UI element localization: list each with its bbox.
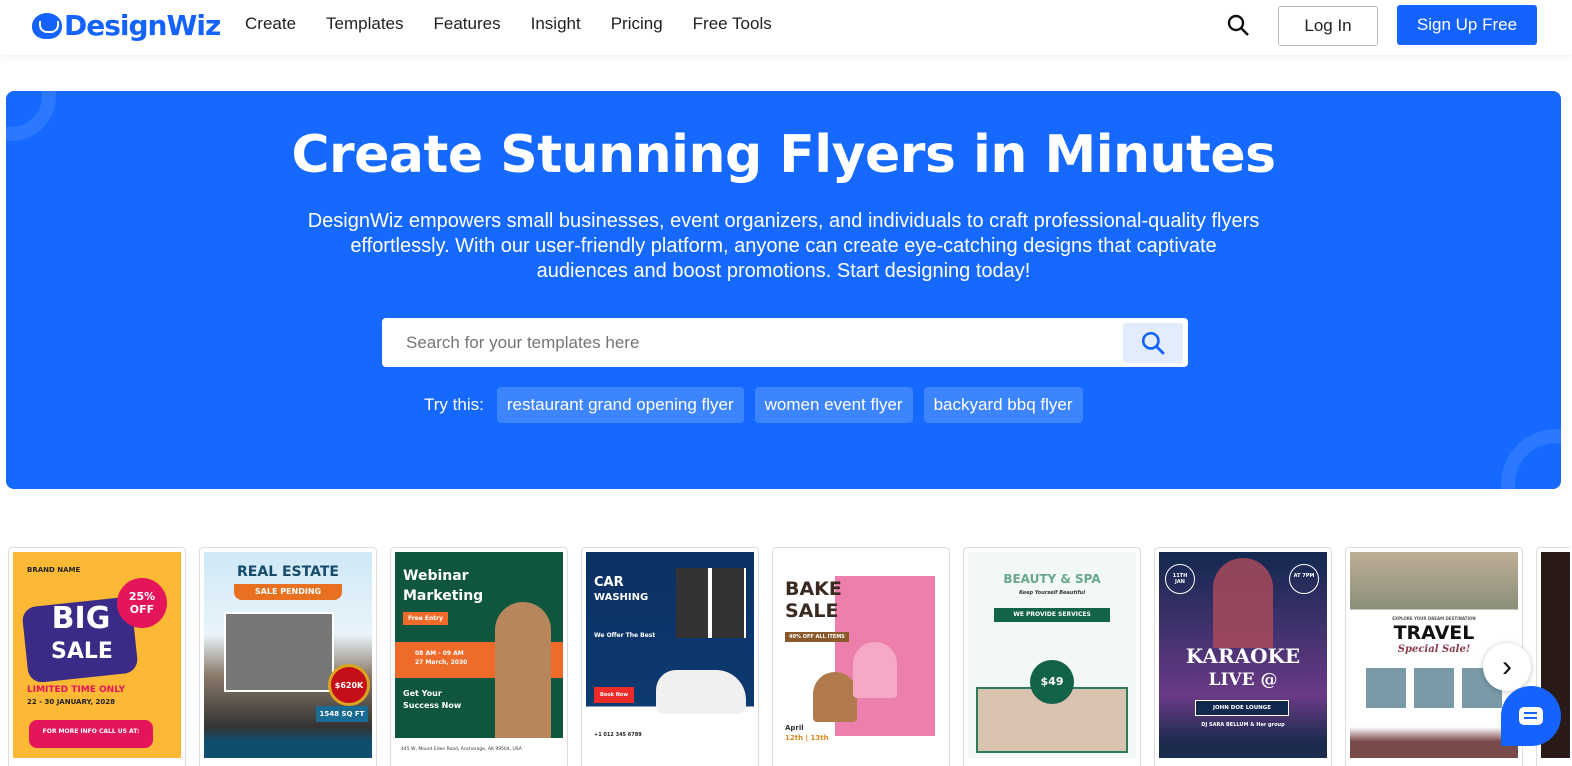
logo-icon bbox=[32, 12, 62, 39]
flyer-text: We Offer The Best bbox=[594, 632, 656, 639]
flyer-text: Webinar bbox=[403, 568, 469, 584]
search-icon[interactable] bbox=[1226, 13, 1250, 37]
brand-name: DesignWiz bbox=[64, 9, 221, 42]
photo-strip bbox=[1366, 668, 1502, 708]
flyer-text: 12th | 13th bbox=[785, 734, 829, 742]
search-icon bbox=[1141, 331, 1165, 355]
search-button[interactable] bbox=[1123, 323, 1183, 363]
flyer-text: BEAUTY & SPA bbox=[1003, 572, 1101, 586]
nav-create[interactable]: Create bbox=[245, 14, 296, 34]
search-input[interactable] bbox=[406, 318, 1106, 367]
photo-grid bbox=[676, 568, 746, 638]
hero-banner: Create Stunning Flyers in Minutes Design… bbox=[6, 91, 1561, 489]
flyer-text: 22 - 30 JANUARY, 2028 bbox=[27, 698, 115, 706]
template-card-real-estate[interactable]: REAL ESTATE SALE PENDING $620K 1548 SQ F… bbox=[199, 547, 377, 766]
flyer-text: +1 012 345 6789 bbox=[594, 732, 642, 738]
decor-circle bbox=[1501, 429, 1561, 489]
flyer-text: BAKE bbox=[785, 578, 842, 600]
try-label: Try this: bbox=[424, 395, 484, 414]
nav-features[interactable]: Features bbox=[434, 14, 501, 34]
flyer-text: JOHN DOE LOUNGE bbox=[1195, 700, 1289, 716]
flyer-text: BIG bbox=[51, 601, 111, 636]
chat-icon bbox=[1519, 707, 1543, 725]
template-carousel: BRAND NAME BIG SALE 25% OFF LIMITED TIME … bbox=[8, 547, 1570, 766]
cupcake-image bbox=[813, 672, 857, 722]
nav-pricing[interactable]: Pricing bbox=[611, 14, 663, 34]
template-card-car-washing[interactable]: CAR WASHING We Offer The Best Book Now +1… bbox=[581, 547, 759, 766]
suggestion-chip[interactable]: restaurant grand opening flyer bbox=[496, 387, 744, 423]
flyer-text: Get Your Success Now bbox=[403, 689, 462, 710]
flyer-text: Keep Yourself Beautiful bbox=[1019, 590, 1085, 596]
person-image bbox=[495, 602, 551, 742]
nav-templates[interactable]: Templates bbox=[326, 14, 403, 34]
flyer-text: $49 bbox=[1030, 660, 1074, 704]
cupcake-image bbox=[853, 642, 897, 698]
flyer-text: SALE bbox=[785, 600, 839, 622]
template-card-webinar[interactable]: Webinar Marketing Free Entry 08 AM - 09 A… bbox=[390, 547, 568, 766]
singer-image bbox=[1213, 558, 1273, 648]
flyer-text: 445 W, Mount Eden Road, Anchorage, AK 99… bbox=[395, 738, 563, 758]
flyer-text: 1548 SQ FT bbox=[316, 706, 368, 722]
chevron-right-icon: › bbox=[1502, 650, 1512, 683]
flyer-text: April bbox=[785, 724, 804, 732]
hero-title: Create Stunning Flyers in Minutes bbox=[291, 125, 1276, 185]
template-card-bake-sale[interactable]: BAKE SALE 40% OFF ALL ITEMS April 12th | … bbox=[772, 547, 950, 766]
signup-button[interactable]: Sign Up Free bbox=[1397, 5, 1537, 45]
brand-logo[interactable]: DesignWiz bbox=[32, 9, 221, 42]
carousel-next-button[interactable]: › bbox=[1483, 643, 1531, 691]
suggestions: Try this: restaurant grand opening flyer… bbox=[424, 387, 1083, 423]
template-card-beauty-spa[interactable]: BEAUTY & SPA Keep Yourself Beautiful WE … bbox=[963, 547, 1141, 766]
flyer-text: SALE PENDING bbox=[234, 584, 342, 600]
login-button[interactable]: Log In bbox=[1278, 6, 1378, 46]
flyer-text: Free Entry bbox=[403, 612, 449, 625]
house-image bbox=[224, 612, 334, 692]
suggestion-chip[interactable]: backyard bbq flyer bbox=[923, 387, 1083, 423]
template-search bbox=[382, 318, 1188, 367]
flyer-text: 08 AM - 09 AM bbox=[415, 650, 464, 657]
flyer-text: REAL ESTATE bbox=[237, 564, 339, 580]
flyer-text: $620K bbox=[328, 664, 370, 706]
nav-insight[interactable]: Insight bbox=[531, 14, 581, 34]
flyer-text: WE PROVIDE SERVICES bbox=[994, 608, 1110, 622]
flyer-text: KARAOKE bbox=[1185, 644, 1301, 668]
nav-free-tools[interactable]: Free Tools bbox=[693, 14, 772, 34]
flyer-text: 11TH JAN bbox=[1165, 564, 1195, 594]
flyer-text: 25% OFF bbox=[117, 578, 167, 628]
top-nav: DesignWiz Create Templates Features Insi… bbox=[0, 0, 1572, 55]
template-card-big-sale[interactable]: BRAND NAME BIG SALE 25% OFF LIMITED TIME … bbox=[8, 547, 186, 766]
flyer-text: LIVE @ bbox=[1208, 670, 1278, 690]
flyer-text: 27 March, 2030 bbox=[415, 659, 468, 666]
flyer-text: DJ SARA BELLUM & Her group bbox=[1201, 722, 1285, 728]
flyer-text: LIMITED TIME ONLY bbox=[27, 685, 126, 695]
flyer-text: BRAND NAME bbox=[27, 566, 81, 574]
flyer-text: CAR bbox=[594, 575, 624, 590]
flyer-text: TRAVEL bbox=[1393, 622, 1475, 644]
flyer-text: AT 7PM bbox=[1289, 564, 1319, 594]
chat-widget-button[interactable] bbox=[1501, 686, 1561, 746]
flyer-text: Marketing bbox=[403, 588, 484, 604]
flyer-text: SALE bbox=[51, 639, 113, 664]
flyer-text: Book Now bbox=[594, 687, 634, 703]
main-menu: Create Templates Features Insight Pricin… bbox=[245, 14, 772, 34]
flyer-text: 40% OFF ALL ITEMS bbox=[785, 632, 849, 642]
flyer-text: EXPLORE YOUR DREAM DESTINATION bbox=[1392, 616, 1476, 621]
flyer-text: WASHING bbox=[594, 592, 649, 603]
suggestion-chip[interactable]: women event flyer bbox=[754, 387, 913, 423]
car-image bbox=[656, 670, 746, 714]
hero-subtitle: DesignWiz empowers small businesses, eve… bbox=[307, 210, 1260, 282]
template-card-karaoke[interactable]: 11TH JAN AT 7PM KARAOKE LIVE @ JOHN DOE … bbox=[1154, 547, 1332, 766]
flyer-text: FOR MORE INFO CALL US AT: bbox=[29, 720, 153, 748]
